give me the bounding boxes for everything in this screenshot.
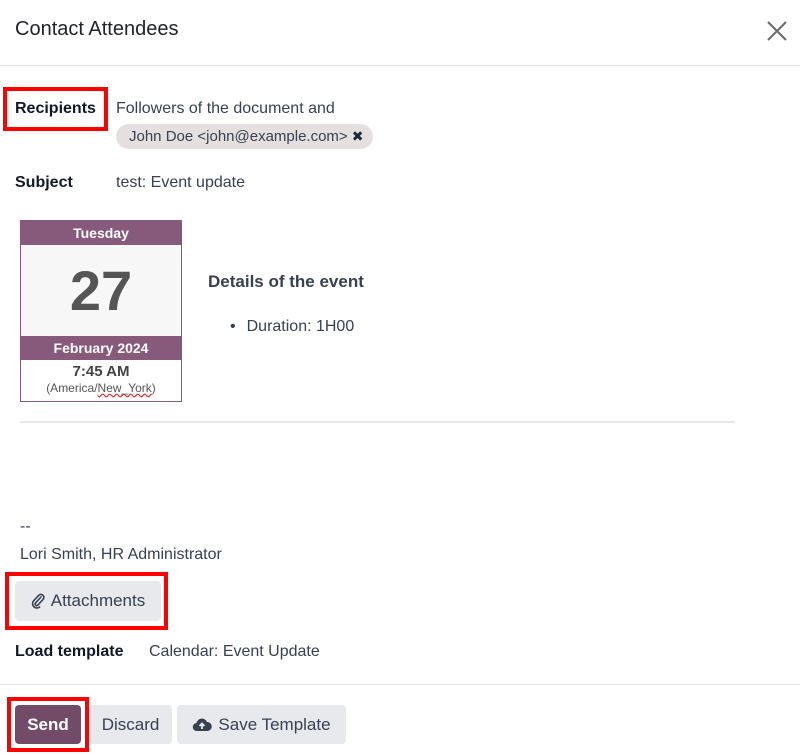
dialog-header: Contact Attendees xyxy=(0,0,800,66)
signature-separator: -- xyxy=(20,518,31,535)
body-divider xyxy=(20,421,735,423)
event-details-title: Details of the event xyxy=(208,272,364,291)
subject-label: Subject xyxy=(15,174,73,191)
calendar-card: Tuesday 27 February 2024 7:45 AM (Americ… xyxy=(20,220,182,402)
footer-divider xyxy=(0,684,800,685)
subject-value[interactable]: test: Event update xyxy=(116,174,245,192)
load-template-label: Load template xyxy=(15,643,124,660)
tz-city: New_York xyxy=(97,381,152,395)
send-button[interactable]: Send xyxy=(15,705,81,744)
paperclip-icon xyxy=(31,593,45,609)
calendar-timezone: (America/New_York) xyxy=(21,381,181,395)
recipients-text: Followers of the document and xyxy=(116,100,335,117)
calendar-weekday: Tuesday xyxy=(21,221,181,245)
recipient-tag[interactable]: John Doe <john@example.com> ✖ xyxy=(116,124,374,149)
save-template-label: Save Template xyxy=(218,714,331,734)
signature-name: Lori Smith, HR Administrator xyxy=(20,546,222,563)
event-detail-item: Duration: 1H00 xyxy=(230,318,355,336)
tz-prefix: (America/ xyxy=(46,381,98,395)
calendar-time: 7:45 AM xyxy=(72,363,130,380)
recipients-label: Recipients xyxy=(15,100,96,117)
close-icon[interactable] xyxy=(764,18,790,44)
tz-suffix: ) xyxy=(151,381,156,395)
cloud-upload-icon xyxy=(193,718,213,731)
attachments-button[interactable]: Attachments xyxy=(15,581,161,621)
recipient-tag-label: John Doe <john@example.com> xyxy=(129,128,348,145)
dialog-title: Contact Attendees xyxy=(15,18,179,40)
attachments-label: Attachments xyxy=(50,591,146,610)
save-template-button[interactable]: Save Template xyxy=(177,705,346,744)
discard-button[interactable]: Discard xyxy=(89,705,172,744)
remove-tag-icon[interactable]: ✖ xyxy=(352,128,364,145)
load-template-value[interactable]: Calendar: Event Update xyxy=(149,643,320,661)
calendar-month-year: February 2024 xyxy=(21,336,181,360)
calendar-day: 27 xyxy=(21,245,181,336)
